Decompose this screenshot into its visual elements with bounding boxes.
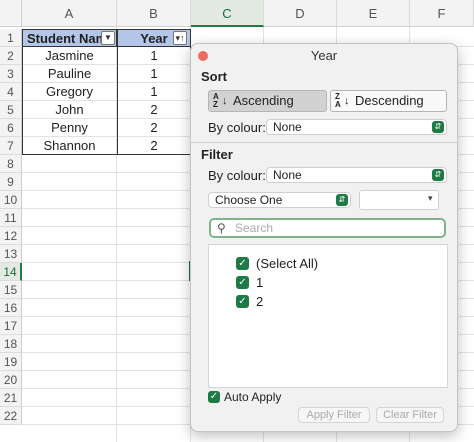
filter-colour-value: None [273,168,302,182]
filter-section-heading: Filter [201,147,233,162]
ascending-label: Ascending [233,93,294,108]
cell-b7[interactable]: 2 [117,137,191,155]
row-header-10[interactable]: 10 [0,191,22,209]
row-header-11[interactable]: 11 [0,209,22,227]
column-header-f[interactable]: F [410,0,474,27]
apply-filter-button[interactable]: Apply Filter [298,407,370,423]
row-header-15[interactable]: 15 [0,281,22,299]
checkbox-select-all[interactable]: ✓ [236,257,249,270]
select-stepper-icon: ⇵ [336,194,348,206]
row-header-3[interactable]: 3 [0,65,22,83]
auto-apply-label: Auto Apply [224,390,282,404]
clear-filter-button[interactable]: Clear Filter [376,407,444,423]
sort-descending-button[interactable]: ZA ↓ Descending [330,90,447,112]
column-header-b[interactable]: B [117,0,191,27]
filter-sort-panel: Year Sort AZ ↓ Ascending ZA ↓ Descending… [190,43,458,432]
cell-a4[interactable]: Gregory [22,83,117,101]
search-input[interactable]: ⚲ Search [209,218,446,238]
row-header-21[interactable]: 21 [0,389,22,407]
select-all-corner[interactable] [0,0,22,27]
row-header-9[interactable]: 9 [0,173,22,191]
select-all-label: (Select All) [256,256,319,271]
row-header-17[interactable]: 17 [0,317,22,335]
cell-a5[interactable]: John [22,101,117,119]
cell-b4[interactable]: 1 [117,83,191,101]
sort-ascending-button[interactable]: AZ ↓ Ascending [208,90,327,112]
row-header-14[interactable]: 14 [0,263,22,281]
select-stepper-icon: ⇵ [432,121,444,133]
row-header-12[interactable]: 12 [0,227,22,245]
row-header-6[interactable]: 6 [0,119,22,137]
filter-colour-select[interactable]: None ⇵ [266,167,447,183]
combobox-chevron-icon[interactable]: ▾ [428,193,433,204]
column-header-c[interactable]: C [191,0,264,27]
checkbox-2[interactable]: ✓ [236,295,249,308]
row-header-7[interactable]: 7 [0,137,22,155]
search-placeholder: Search [235,221,274,235]
row-header-13[interactable]: 13 [0,245,22,263]
row-header-8[interactable]: 8 [0,155,22,173]
row-header-20[interactable]: 20 [0,371,22,389]
search-icon: ⚲ [217,221,226,235]
auto-apply-checkbox[interactable]: ✓ [208,391,220,403]
cell-b5[interactable]: 2 [117,101,191,119]
checkbox-1[interactable]: ✓ [236,276,249,289]
row-header-2[interactable]: 2 [0,47,22,65]
sort-colour-value: None [273,120,302,134]
sort-by-colour-label: By colour: [208,120,266,135]
condition-value-combobox[interactable] [359,190,439,210]
column-header-d[interactable]: D [264,0,337,27]
row-header-1[interactable]: 1 [0,29,22,47]
cell-a3[interactable]: Pauline [22,65,117,83]
panel-title: Year [310,48,338,63]
cell-a6[interactable]: Penny [22,119,117,137]
item-label-1: 1 [256,275,264,290]
cell-a2[interactable]: Jasmine [22,47,117,65]
row-header-5[interactable]: 5 [0,101,22,119]
filter-by-colour-label: By colour: [208,168,266,183]
down-arrow-icon: ↓ [222,95,228,107]
row-header-18[interactable]: 18 [0,335,22,353]
row-header-4[interactable]: 4 [0,83,22,101]
condition-value: Choose One [215,193,283,207]
descending-label: Descending [355,93,424,108]
condition-select[interactable]: Choose One ⇵ [208,192,351,208]
down-arrow-icon: ↓ [344,95,350,107]
row-header-22[interactable]: 22 [0,407,22,425]
section-divider [191,142,457,143]
item-label-2: 2 [256,294,264,309]
filter-values-list: ✓ (Select All) ✓ 1 ✓ 2 [208,244,448,388]
row-header-19[interactable]: 19 [0,353,22,371]
column-header-a[interactable]: A [22,0,117,27]
sort-section-heading: Sort [201,69,227,84]
select-stepper-icon: ⇵ [432,169,444,181]
cell-b2[interactable]: 1 [117,47,191,65]
row-header-16[interactable]: 16 [0,299,22,317]
sort-colour-select[interactable]: None ⇵ [266,119,447,135]
cell-a7[interactable]: Shannon [22,137,117,155]
cell-b6[interactable]: 2 [117,119,191,137]
column-header-e[interactable]: E [337,0,410,27]
cell-b3[interactable]: 1 [117,65,191,83]
